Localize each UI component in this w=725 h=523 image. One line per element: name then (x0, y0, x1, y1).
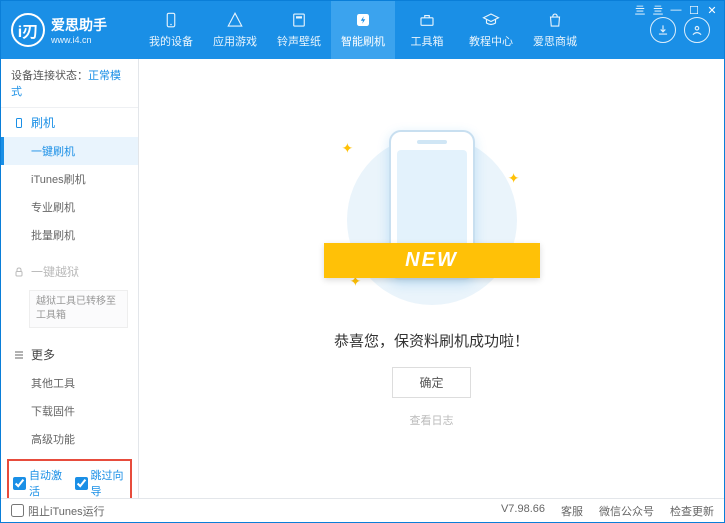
checkbox-skip-guide[interactable]: 跳过向导 (75, 467, 127, 498)
minimize-icon[interactable]: — (668, 3, 684, 17)
sidebar-item-batch-flash[interactable]: 批量刷机 (1, 221, 138, 249)
titlebar: 亖 亖 — ☐ ✕ i刃 爱思助手 www.i4.cn 我的设备 应用游戏 (1, 1, 724, 59)
nav-tabs: 我的设备 应用游戏 铃声壁纸 智能刷机 工具箱 教程中心 (139, 1, 650, 59)
tab-tutorials[interactable]: 教程中心 (459, 1, 523, 59)
new-ribbon: NEW (324, 243, 540, 278)
maximize-icon[interactable]: ☐ (686, 3, 702, 17)
check-update-link[interactable]: 检查更新 (670, 503, 714, 519)
sidebar-item-pro-flash[interactable]: 专业刷机 (1, 193, 138, 221)
options-highlight-box: 自动激活 跳过向导 (7, 459, 132, 498)
sidebar-section-flash[interactable]: 刷机 (1, 108, 138, 137)
sidebar-section-jailbreak[interactable]: 一键越狱 (1, 257, 138, 286)
apps-icon (226, 11, 244, 29)
close-icon[interactable]: ✕ (704, 3, 720, 17)
version-label: V7.98.66 (501, 503, 545, 519)
wechat-link[interactable]: 微信公众号 (599, 503, 654, 519)
sidebar-item-itunes-flash[interactable]: iTunes刷机 (1, 165, 138, 193)
connection-status: 设备连接状态：正常模式 (1, 59, 138, 108)
wallpaper-icon (290, 11, 308, 29)
app-name: 爱思助手 (51, 15, 107, 35)
sparkle-icon: ✦ (508, 170, 520, 187)
tab-smart-flash[interactable]: 智能刷机 (331, 1, 395, 59)
title-right-icons (650, 17, 710, 43)
statusbar: 阻止iTunes运行 V7.98.66 客服 微信公众号 检查更新 (1, 498, 724, 522)
sidebar-item-download-fw[interactable]: 下载固件 (1, 397, 138, 425)
support-link[interactable]: 客服 (561, 503, 583, 519)
success-message: 恭喜您，保资料刷机成功啦！ (334, 330, 529, 351)
graduation-icon (482, 11, 500, 29)
store-icon (546, 11, 564, 29)
sidebar-item-oneclick-flash[interactable]: 一键刷机 (1, 137, 138, 165)
sidebar-section-more[interactable]: 更多 (1, 340, 138, 369)
success-illustration: ✦ ✦ ✦ NEW (332, 130, 532, 310)
phone-icon (13, 117, 25, 129)
logo-area[interactable]: i刃 爱思助手 www.i4.cn (11, 13, 139, 47)
settings-icon[interactable]: 亖 (632, 3, 648, 17)
app-url: www.i4.cn (51, 35, 107, 45)
sparkle-icon: ✦ (342, 140, 354, 157)
tab-ringtones[interactable]: 铃声壁纸 (267, 1, 331, 59)
flash-icon (354, 11, 372, 29)
body: 设备连接状态：正常模式 刷机 一键刷机 iTunes刷机 专业刷机 批量刷机 一… (1, 59, 724, 498)
app-window: 亖 亖 — ☐ ✕ i刃 爱思助手 www.i4.cn 我的设备 应用游戏 (0, 0, 725, 523)
ok-button[interactable]: 确定 (392, 367, 470, 398)
main-content: ✦ ✦ ✦ NEW 恭喜您，保资料刷机成功啦！ 确定 查看日志 (139, 59, 724, 498)
logo-icon: i刃 (11, 13, 45, 47)
tab-apps[interactable]: 应用游戏 (203, 1, 267, 59)
lock-icon (13, 266, 25, 278)
menu-icon[interactable]: 亖 (650, 3, 666, 17)
view-log-link[interactable]: 查看日志 (410, 412, 454, 428)
sidebar-item-advanced[interactable]: 高级功能 (1, 425, 138, 453)
window-controls: 亖 亖 — ☐ ✕ (632, 3, 720, 17)
jailbreak-note: 越狱工具已转移至工具箱 (29, 290, 128, 328)
checkbox-auto-activate[interactable]: 自动激活 (13, 467, 65, 498)
download-icon[interactable] (650, 17, 676, 43)
list-icon (13, 349, 25, 361)
sidebar-item-other-tools[interactable]: 其他工具 (1, 369, 138, 397)
checkbox-block-itunes[interactable]: 阻止iTunes运行 (11, 503, 105, 519)
tab-store[interactable]: 爱思商城 (523, 1, 587, 59)
user-icon[interactable] (684, 17, 710, 43)
device-icon (162, 11, 180, 29)
tab-my-device[interactable]: 我的设备 (139, 1, 203, 59)
sidebar: 设备连接状态：正常模式 刷机 一键刷机 iTunes刷机 专业刷机 批量刷机 一… (1, 59, 139, 498)
toolbox-icon (418, 11, 436, 29)
tab-toolbox[interactable]: 工具箱 (395, 1, 459, 59)
